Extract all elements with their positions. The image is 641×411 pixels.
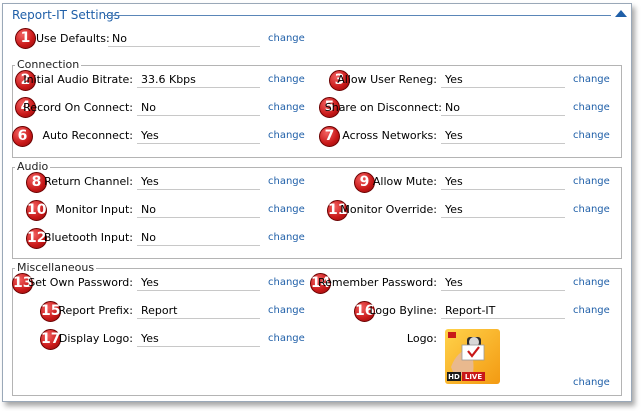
return-channel-change-link[interactable]: change	[268, 176, 305, 187]
report-prefix-value: Report	[141, 304, 178, 317]
title-divider	[104, 15, 611, 16]
share-on-disconnect-underline	[441, 115, 565, 116]
across-networks-value: Yes	[445, 129, 463, 142]
display-logo-value: Yes	[141, 332, 159, 345]
allow-user-reneg-label: Allow User Reneg:	[337, 73, 437, 86]
remember-password-label: Remember Password:	[318, 276, 437, 289]
share-on-disconnect-value: No	[445, 101, 460, 114]
auto-reconnect-value: Yes	[141, 129, 159, 142]
return-channel-value: Yes	[141, 175, 159, 188]
badge-7: 7	[319, 126, 340, 147]
display-logo-underline	[137, 346, 260, 347]
allow-mute-underline	[441, 189, 565, 190]
remember-password-underline	[441, 290, 565, 291]
monitor-input-underline	[137, 217, 260, 218]
monitor-input-value: No	[141, 203, 156, 216]
across-networks-change-link[interactable]: change	[573, 130, 610, 141]
remember-password-change-link[interactable]: change	[573, 277, 610, 288]
auto-reconnect-underline	[137, 143, 260, 144]
bluetooth-input-underline	[137, 245, 260, 246]
initial-audio-bitrate-value: 33.6 Kbps	[141, 73, 196, 86]
logo-byline-underline	[441, 318, 565, 319]
monitor-override-value: Yes	[445, 203, 463, 216]
allow-mute-change-link[interactable]: change	[573, 176, 610, 187]
display-logo-change-link[interactable]: change	[268, 333, 305, 344]
monitor-input-change-link[interactable]: change	[268, 204, 305, 215]
badge-6: 6	[12, 126, 33, 147]
share-on-disconnect-change-link[interactable]: change	[573, 102, 610, 113]
use-defaults-underline	[108, 46, 260, 47]
record-on-connect-label: Record On Connect:	[23, 101, 133, 114]
record-on-connect-change-link[interactable]: change	[268, 102, 305, 113]
across-networks-underline	[441, 143, 565, 144]
set-own-password-change-link[interactable]: change	[268, 277, 305, 288]
monitor-input-label: Monitor Input:	[55, 203, 134, 216]
report-prefix-underline	[137, 318, 260, 319]
audio-section-label: Audio	[15, 160, 51, 173]
set-own-password-value: Yes	[141, 276, 159, 289]
allow-mute-label: Allow Mute:	[372, 175, 437, 188]
monitor-override-change-link[interactable]: change	[573, 204, 610, 215]
share-on-disconnect-label: Share on Disconnect:	[324, 101, 442, 114]
bluetooth-input-change-link[interactable]: change	[268, 232, 305, 243]
initial-audio-bitrate-label: Initial Audio Bitrate:	[23, 73, 133, 86]
badge-9: 9	[354, 172, 375, 193]
monitor-override-label: Monitor Override:	[340, 203, 437, 216]
miscellaneous-section-label: Miscellaneous	[15, 261, 97, 274]
return-channel-underline	[137, 189, 260, 190]
bluetooth-input-value: No	[141, 231, 156, 244]
allow-mute-value: Yes	[445, 175, 463, 188]
collapse-arrow-icon[interactable]	[615, 10, 627, 17]
logo-byline-change-link[interactable]: change	[573, 305, 610, 316]
auto-reconnect-change-link[interactable]: change	[268, 130, 305, 141]
use-defaults-value: No	[112, 32, 127, 45]
record-on-connect-value: No	[141, 101, 156, 114]
logo-live-text: LIVE	[465, 373, 482, 381]
logo-label: Logo:	[406, 332, 437, 345]
display-logo-label: Display Logo:	[58, 332, 133, 345]
allow-user-reneg-change-link[interactable]: change	[573, 74, 610, 85]
across-networks-label: Across Networks:	[342, 129, 437, 142]
logo-change-link[interactable]: change	[573, 377, 610, 388]
bluetooth-input-label: Bluetooth Input:	[43, 231, 133, 244]
use-defaults-change-link[interactable]: change	[268, 33, 305, 44]
logo-byline-value: Report-IT	[445, 304, 496, 317]
badge-10: 10	[26, 200, 47, 221]
monitor-override-underline	[441, 217, 565, 218]
return-channel-label: Return Channel:	[44, 175, 133, 188]
logo-image: HD LIVE	[445, 329, 500, 384]
set-own-password-label: Set Own Password:	[28, 276, 133, 289]
allow-user-reneg-value: Yes	[445, 73, 463, 86]
report-prefix-change-link[interactable]: change	[268, 305, 305, 316]
remember-password-value: Yes	[445, 276, 463, 289]
initial-audio-bitrate-underline	[137, 87, 260, 88]
logo-byline-label: Logo Byline:	[369, 304, 438, 317]
badge-17: 17	[40, 329, 61, 350]
record-on-connect-underline	[137, 115, 260, 116]
initial-audio-bitrate-change-link[interactable]: change	[268, 74, 305, 85]
use-defaults-label: Use Defaults:	[36, 32, 110, 45]
auto-reconnect-label: Auto Reconnect:	[42, 129, 133, 142]
set-own-password-underline	[137, 290, 260, 291]
allow-user-reneg-underline	[441, 87, 565, 88]
report-prefix-label: Report Prefix:	[58, 304, 133, 317]
badge-1: 1	[15, 28, 36, 49]
logo-hd-text: HD	[448, 373, 460, 381]
